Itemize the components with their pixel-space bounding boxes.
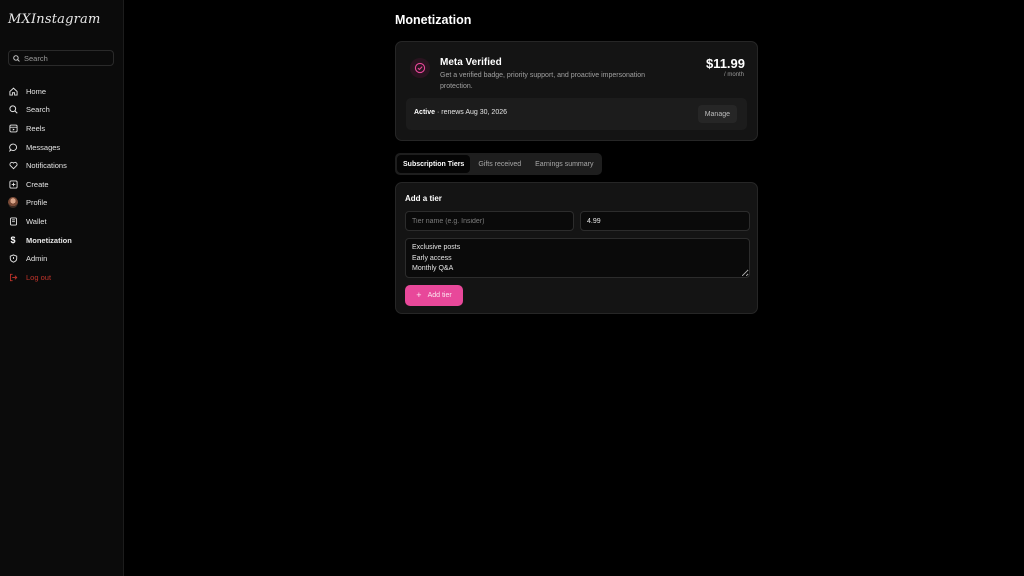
tier-perks-textarea[interactable]: Exclusive posts Early access Monthly Q&A	[405, 238, 750, 278]
sidebar-item-label: Search	[26, 105, 50, 115]
avatar-wrapper	[8, 197, 18, 209]
home-icon	[8, 86, 18, 96]
sidebar-nav: Home Search Reels Messages Notifications…	[8, 82, 118, 287]
sidebar-item-label: Home	[26, 86, 47, 96]
sidebar-item-monetization[interactable]: $ Monetization	[8, 231, 118, 250]
sidebar-search[interactable]	[8, 50, 114, 66]
heart-icon	[8, 161, 18, 171]
sidebar-item-notifications[interactable]: Notifications	[8, 156, 118, 175]
verified-period: / month	[723, 72, 744, 78]
add-tier-card: Add a tier Exclusive posts Early access …	[395, 182, 758, 314]
plus-square-icon	[8, 179, 18, 189]
tab-earnings-summary[interactable]: Earnings summary	[529, 155, 599, 173]
add-tier-button[interactable]: + Add tier	[405, 285, 463, 306]
sidebar-item-label: Monetization	[26, 235, 72, 245]
sidebar-item-reels[interactable]: Reels	[8, 119, 118, 138]
sidebar-item-label: Log out	[26, 272, 52, 282]
page-title: Monetization	[395, 13, 472, 27]
status-detail: · renews Aug 30, 2026	[435, 109, 508, 116]
sidebar-item-create[interactable]: Create	[8, 175, 118, 194]
dollar-icon: $	[10, 235, 16, 246]
search-icon	[13, 49, 20, 67]
verified-title: Meta Verified	[440, 57, 502, 68]
tab-gifts-received[interactable]: Gifts received	[472, 155, 527, 173]
avatar	[8, 197, 18, 209]
verified-price: $11.99	[705, 56, 745, 71]
sidebar-item-search[interactable]: Search	[8, 101, 118, 120]
tab-subscription-tiers[interactable]: Subscription Tiers	[397, 155, 471, 173]
reels-icon	[8, 123, 18, 133]
verified-description: Get a verified badge, priority support, …	[440, 72, 646, 90]
status-label: Active	[414, 109, 436, 116]
sidebar-item-logout[interactable]: Log out	[8, 268, 118, 287]
tier-price-input[interactable]	[580, 211, 750, 231]
sidebar-item-label: Profile	[26, 198, 48, 208]
sidebar-item-wallet[interactable]: Wallet	[8, 212, 118, 231]
add-tier-heading: Add a tier	[405, 194, 442, 203]
monetization-tabs: Subscription Tiers Gifts received Earnin…	[395, 153, 602, 175]
sidebar-item-admin[interactable]: Admin	[8, 249, 118, 268]
sidebar-item-label: Messages	[26, 142, 61, 152]
plus-icon: +	[416, 290, 422, 300]
sidebar-item-label: Reels	[26, 123, 46, 133]
sidebar-item-label: Notifications	[26, 161, 67, 171]
wallet-icon	[8, 216, 18, 226]
sidebar-item-profile[interactable]: Profile	[8, 194, 118, 213]
subscription-status-row: Active · renews Aug 30, 2026 Manage	[406, 98, 747, 130]
subscription-status: Active · renews Aug 30, 2026	[414, 109, 507, 116]
message-icon	[8, 142, 18, 152]
add-tier-label: Add tier	[427, 292, 452, 299]
app-logo[interactable]: MXInstagram	[8, 12, 101, 27]
sidebar: MXInstagram Home Search Reels Messag	[0, 0, 124, 576]
search-icon	[8, 105, 18, 115]
search-input[interactable]	[24, 53, 109, 63]
shield-icon	[8, 254, 18, 264]
tier-name-input[interactable]	[405, 211, 574, 231]
sidebar-item-label: Wallet	[26, 216, 47, 226]
sidebar-item-label: Create	[26, 179, 49, 189]
sidebar-item-messages[interactable]: Messages	[8, 138, 118, 157]
sidebar-item-home[interactable]: Home	[8, 82, 118, 101]
app-root: MXInstagram Home Search Reels Messag	[0, 0, 1024, 576]
meta-verified-card: Meta Verified Get a verified badge, prio…	[395, 41, 758, 141]
logout-icon	[8, 272, 18, 282]
verified-check-icon	[410, 58, 430, 78]
manage-button[interactable]: Manage	[697, 105, 737, 123]
sidebar-item-label: Admin	[26, 254, 48, 264]
